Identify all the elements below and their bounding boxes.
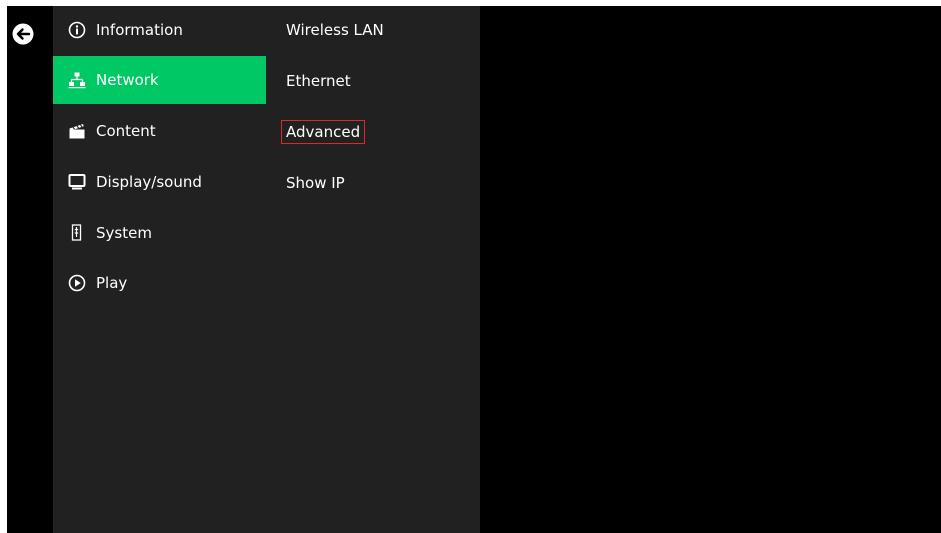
menu-item-label: Network [96,71,159,89]
submenu-item-wireless-lan[interactable]: Wireless LAN [282,19,388,41]
settings-menu-panel: Information Network Content Display/soun… [53,6,480,533]
menu-item-play[interactable]: Play [53,259,266,307]
menu-item-information[interactable]: Information [53,6,266,54]
menu-item-network[interactable]: Network [53,56,266,104]
back-button[interactable] [11,22,35,46]
menu-item-system[interactable]: System [53,209,266,257]
submenu-item-show-ip[interactable]: Show IP [282,172,349,194]
network-icon [68,71,86,89]
monitor-icon [68,173,86,191]
menu-item-label: Play [96,274,128,292]
submenu-item-advanced[interactable]: Advanced [280,120,366,144]
system-icon [68,224,86,242]
play-circle-icon [68,274,86,292]
menu-item-content[interactable]: Content [53,107,266,155]
info-circle-icon [68,21,86,39]
arrow-left-circle-icon [12,23,34,45]
menu-item-label: System [96,224,152,242]
menu-item-display-sound[interactable]: Display/sound [53,158,266,206]
submenu-item-ethernet[interactable]: Ethernet [282,70,355,92]
player-settings-screen: Information Network Content Display/soun… [7,6,941,533]
clapperboard-icon [68,122,86,140]
menu-item-label: Information [96,21,183,39]
menu-item-label: Content [96,122,156,140]
menu-item-label: Display/sound [96,173,202,191]
